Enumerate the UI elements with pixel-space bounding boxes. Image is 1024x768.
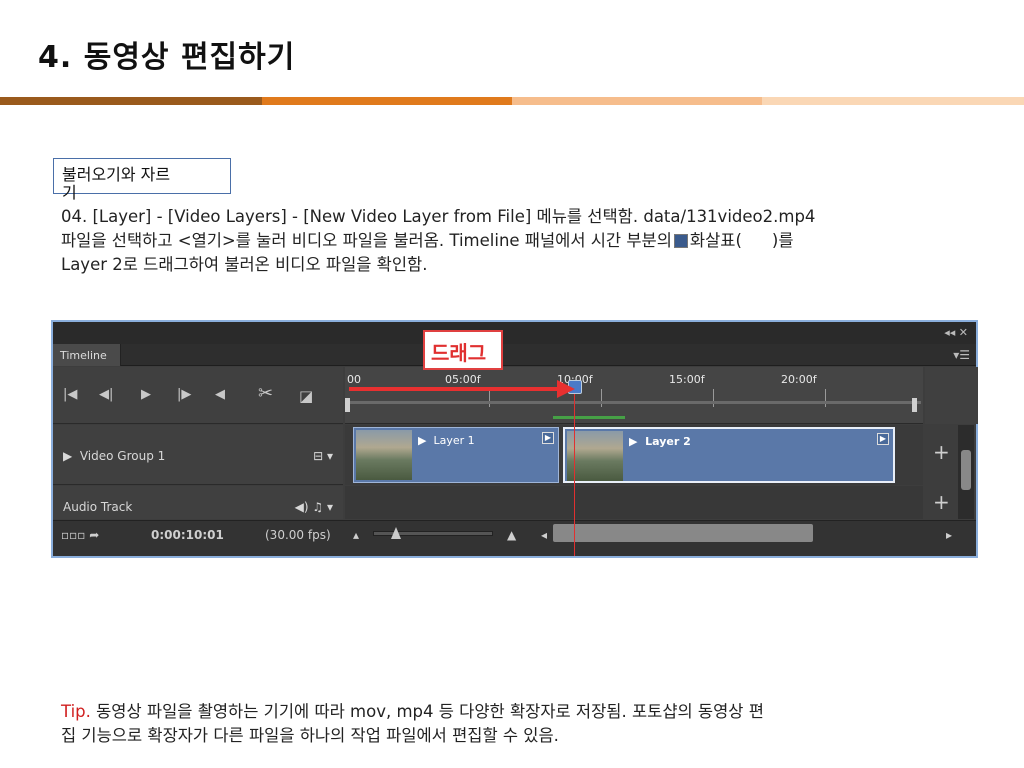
tick-label-3: 15:00f xyxy=(669,373,705,386)
clip-label: ▶ Layer 1 xyxy=(418,434,475,447)
step-label-line1: 불러오기와 자르 xyxy=(62,165,171,184)
go-to-first-frame-icon[interactable]: |◀ xyxy=(63,387,77,402)
tip-line1: Tip. 동영상 파일을 촬영하는 기기에 따라 mov, mp4 등 다양한 … xyxy=(61,700,971,724)
audio-mute-icon[interactable]: ◀ xyxy=(215,387,225,402)
description-line2-c: )를 xyxy=(771,231,794,250)
tip-body-line2: 집 기능으로 확장자가 다른 파일을 하나의 작업 파일에서 편집할 수 있음. xyxy=(61,726,559,745)
zoom-slider[interactable] xyxy=(373,531,493,536)
tip-text: Tip. 동영상 파일을 촬영하는 기기에 따라 mov, mp4 등 다양한 … xyxy=(61,700,971,748)
audio-track-lane[interactable] xyxy=(345,486,923,519)
drag-callout: 드래그 xyxy=(423,330,503,370)
next-frame-icon[interactable]: |▶ xyxy=(177,387,191,402)
tick-label-1: 05:00f xyxy=(445,373,481,386)
page-title: 4. 동영상 편집하기 xyxy=(38,40,296,75)
track-header-video-group[interactable]: ▶ Video Group 1 ⊟ ▾ xyxy=(53,425,343,485)
zoom-out-icon[interactable]: ▴ xyxy=(353,528,359,542)
playback-controls: |◀ ◀| ▶ |▶ ◀ ✂ ◪ xyxy=(53,367,343,424)
ruler-tick xyxy=(713,389,714,407)
previous-frame-icon[interactable]: ◀| xyxy=(99,387,113,402)
horizontal-scroll-thumb[interactable] xyxy=(553,524,813,542)
work-area-bar xyxy=(347,401,921,404)
description-line2-a: 파일을 선택하고 <열기>를 눌러 비디오 파일을 불러옴. Timeline … xyxy=(61,231,672,250)
tip-label: Tip. xyxy=(61,702,91,721)
track-header-audio[interactable]: Audio Track ◀) ♫ ▾ xyxy=(53,486,343,519)
panel-collapse-close-icons[interactable]: ◂◂ ✕ xyxy=(944,326,968,339)
time-ruler[interactable]: 00 05:00f 10:00f 15:00f 20:00f xyxy=(345,367,923,424)
vertical-scrollbar[interactable] xyxy=(958,425,974,519)
playhead-inline-icon xyxy=(673,234,688,248)
scroll-right-icon[interactable]: ▸ xyxy=(946,528,952,542)
clip-end-arrow-icon[interactable]: ▶ xyxy=(877,433,889,445)
title-underline-seg3 xyxy=(512,97,762,105)
panel-tab-row: Timeline ▾☰ xyxy=(53,344,976,366)
title-underline-seg4 xyxy=(762,97,1024,105)
description-line2: 파일을 선택하고 <열기>를 눌러 비디오 파일을 불러옴. Timeline … xyxy=(61,229,971,253)
panel-top-strip: ◂◂ ✕ xyxy=(53,322,976,344)
step-label-box: 불러오기와 자르 기 xyxy=(53,158,231,202)
panel-menu-icon[interactable]: ▾☰ xyxy=(953,348,970,362)
drag-arrow-head xyxy=(557,380,575,398)
video-track-lane: ▶ Layer 1 ▶ ▶ Layer 2 ▶ xyxy=(345,425,923,485)
clip-thumbnail xyxy=(567,431,623,481)
render-video-icons[interactable]: ▫▫▫ ➦ xyxy=(61,528,99,542)
audio-track-label: Audio Track xyxy=(63,500,133,514)
zoom-in-icon[interactable]: ▲ xyxy=(507,528,516,542)
work-area-end-handle[interactable] xyxy=(912,398,917,412)
expand-triangle-icon[interactable]: ▶ xyxy=(63,449,80,463)
scroll-left-icon[interactable]: ◂ xyxy=(541,528,547,542)
add-audio-plus-icon[interactable]: + xyxy=(933,490,950,514)
title-underline-seg2 xyxy=(262,97,512,105)
drag-arrow xyxy=(349,387,565,391)
playhead-line xyxy=(574,380,575,556)
play-icon[interactable]: ▶ xyxy=(141,387,151,402)
video-group-label: Video Group 1 xyxy=(79,449,166,463)
ruler-tick xyxy=(489,389,490,407)
frame-rate: (30.00 fps) xyxy=(265,528,331,542)
clip-thumbnail xyxy=(356,430,412,480)
step-description: 04. [Layer] - [Video Layers] - [New Vide… xyxy=(61,205,971,277)
split-scissors-icon[interactable]: ✂ xyxy=(258,383,273,404)
work-area-start-handle[interactable] xyxy=(345,398,350,412)
description-line1: 04. [Layer] - [Video Layers] - [New Vide… xyxy=(61,207,816,226)
clip-layer-1[interactable]: ▶ Layer 1 ▶ xyxy=(353,427,559,483)
clip-layer-2[interactable]: ▶ Layer 2 ▶ xyxy=(563,427,895,483)
ruler-right-column xyxy=(925,367,978,424)
film-menu-icon[interactable]: ⊟ ▾ xyxy=(313,449,333,463)
render-segment xyxy=(553,416,625,419)
ruler-tick xyxy=(825,389,826,407)
audio-controls-icons[interactable]: ◀) ♫ ▾ xyxy=(295,500,333,514)
transition-icon[interactable]: ◪ xyxy=(299,387,313,405)
timeline-footer: ▫▫▫ ➦ 0:00:10:01 (30.00 fps) ▴ ▲ ◂ ▸ xyxy=(53,520,976,556)
tick-label-0: 00 xyxy=(347,373,361,386)
vertical-scroll-thumb[interactable] xyxy=(961,450,971,490)
tab-timeline[interactable]: Timeline xyxy=(53,344,121,366)
clip-label: ▶ Layer 2 xyxy=(629,435,691,448)
tip-body-line1: 동영상 파일을 촬영하는 기기에 따라 mov, mp4 등 다양한 확장자로 … xyxy=(90,702,764,721)
add-media-plus-icon[interactable]: + xyxy=(933,440,950,464)
description-line3: Layer 2로 드래그하여 불러온 비디오 파일을 확인함. xyxy=(61,255,428,274)
title-underline-seg1 xyxy=(0,97,262,105)
clip-end-arrow-icon[interactable]: ▶ xyxy=(542,432,554,444)
tick-label-4: 20:00f xyxy=(781,373,817,386)
timeline-panel-screenshot: ◂◂ ✕ Timeline ▾☰ |◀ ◀| ▶ |▶ ◀ ✂ ◪ 00 05:… xyxy=(51,320,978,558)
description-line2-b: 화살표( xyxy=(689,231,742,250)
step-label-line2: 기 xyxy=(62,183,77,202)
current-timecode[interactable]: 0:00:10:01 xyxy=(151,528,224,542)
ruler-tick xyxy=(601,389,602,407)
